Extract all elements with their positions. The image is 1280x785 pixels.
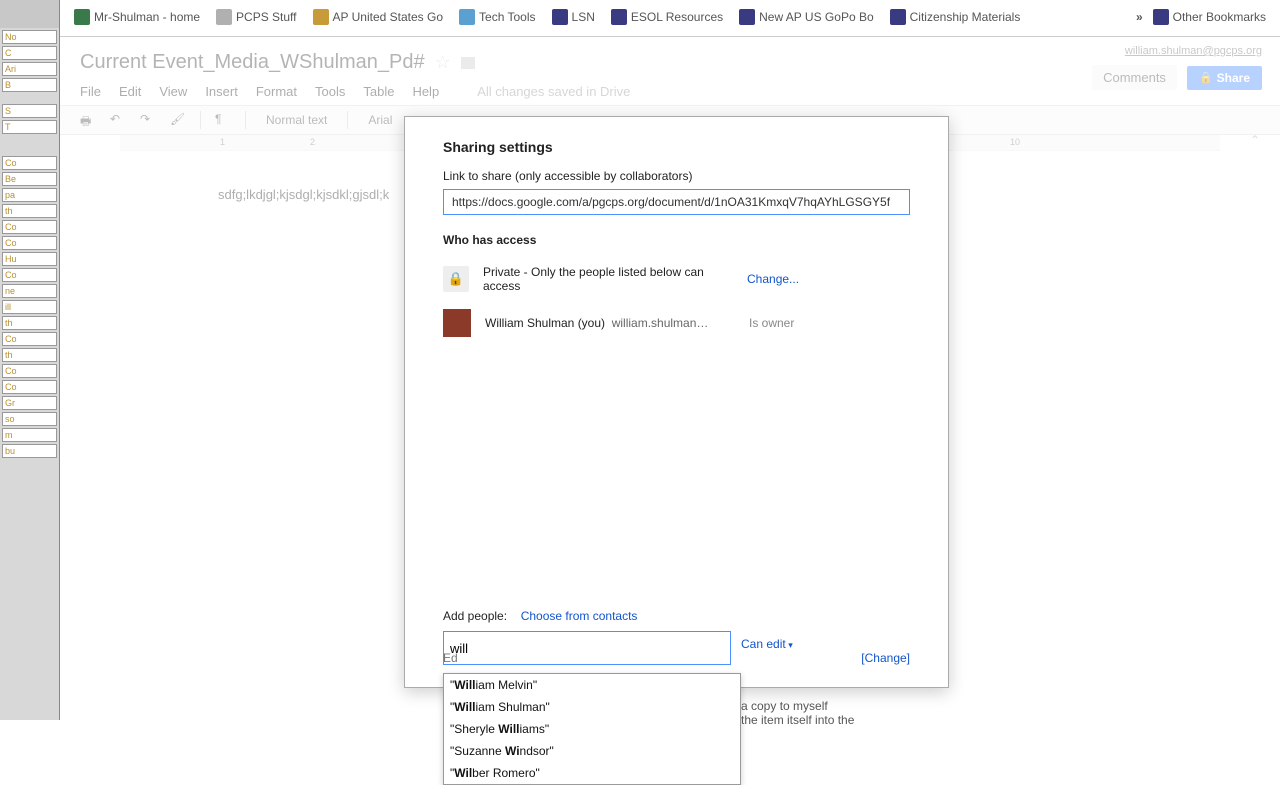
bg-box: B: [2, 78, 57, 92]
favicon-icon: [611, 9, 627, 25]
bookmark-item[interactable]: LSN: [546, 7, 601, 27]
bg-box: th: [2, 204, 57, 218]
favicon-icon: [74, 9, 90, 25]
share-dialog: Sharing settings Link to share (only acc…: [404, 116, 949, 688]
lock-icon: 🔒: [443, 266, 469, 292]
bookmark-label: AP United States Go: [333, 10, 444, 24]
favicon-icon: [890, 9, 906, 25]
suggestion-item[interactable]: "Suzanne Windsor": [444, 740, 740, 762]
bg-box: Co: [2, 220, 57, 234]
editors-label: Ed: [443, 651, 458, 665]
bg-box: bu: [2, 444, 57, 458]
bookmark-item[interactable]: AP United States Go: [307, 7, 450, 27]
bg-box: Co: [2, 268, 57, 282]
access-owner-row: William Shulman (you) william.shulman… I…: [443, 301, 910, 345]
bookmark-label: New AP US GoPo Bo: [759, 10, 874, 24]
bg-box: ne: [2, 284, 57, 298]
bookmark-label: Tech Tools: [479, 10, 535, 24]
bg-box: Hu: [2, 252, 57, 266]
bg-box: Co: [2, 364, 57, 378]
suggestion-item[interactable]: "William Melvin": [444, 674, 740, 696]
can-edit-dropdown[interactable]: Can edit: [741, 631, 793, 651]
bg-box: so: [2, 412, 57, 426]
bg-box: Ari: [2, 62, 57, 76]
favicon-icon: [739, 9, 755, 25]
owner-role: Is owner: [749, 316, 794, 330]
notify-hint-text: a copy to myselfthe item itself into the: [741, 699, 921, 727]
folder-icon: [1153, 9, 1169, 25]
bg-box: No: [2, 30, 57, 44]
change-editor-link[interactable]: [Change]: [861, 651, 910, 665]
change-access-link[interactable]: Change...: [747, 272, 799, 286]
bookmark-item[interactable]: Citizenship Materials: [884, 7, 1027, 27]
bg-box: Co: [2, 156, 57, 170]
bg-box: th: [2, 316, 57, 330]
bg-box: Co: [2, 380, 57, 394]
bg-box: Co: [2, 236, 57, 250]
bookmark-label: PCPS Stuff: [236, 10, 296, 24]
favicon-icon: [216, 9, 232, 25]
bg-box: T: [2, 120, 57, 134]
bookmark-label: Mr-Shulman - home: [94, 10, 200, 24]
background-app-panel: No C Ari B S T Co Be pa th Co Co Hu Co n…: [0, 0, 60, 720]
suggestion-item[interactable]: "William Shulman": [444, 696, 740, 718]
bookmark-label: ESOL Resources: [631, 10, 723, 24]
access-private-row: 🔒 Private - Only the people listed below…: [443, 257, 910, 301]
link-label: Link to share (only accessible by collab…: [443, 169, 910, 183]
other-bookmarks-label: Other Bookmarks: [1173, 10, 1266, 24]
bookmark-item[interactable]: New AP US GoPo Bo: [733, 7, 880, 27]
avatar: [443, 309, 471, 337]
bg-box: ill: [2, 300, 57, 314]
suggestion-item[interactable]: "Sheryle Williams": [444, 718, 740, 740]
bg-box: Co: [2, 332, 57, 346]
bg-box: m: [2, 428, 57, 442]
choose-contacts-link[interactable]: Choose from contacts: [521, 609, 638, 623]
autocomplete-suggestions: "William Melvin" "William Shulman" "Sher…: [443, 673, 741, 785]
bg-box: S: [2, 104, 57, 118]
bookmark-label: LSN: [572, 10, 595, 24]
share-link-input[interactable]: [443, 189, 910, 215]
bookmark-label: Citizenship Materials: [910, 10, 1021, 24]
favicon-icon: [313, 9, 329, 25]
private-text: Private - Only the people listed below c…: [483, 265, 733, 293]
suggestion-item[interactable]: "Wilber Romero": [444, 762, 740, 784]
dialog-title: Sharing settings: [443, 139, 910, 155]
bg-box: C: [2, 46, 57, 60]
bookmark-bar: Mr-Shulman - home PCPS Stuff AP United Sta…: [60, 6, 1280, 28]
bookmark-overflow-icon[interactable]: »: [1136, 10, 1143, 24]
favicon-icon: [552, 9, 568, 25]
bookmark-item[interactable]: PCPS Stuff: [210, 7, 302, 27]
owner-name: William Shulman (you): [485, 316, 605, 330]
favicon-icon: [459, 9, 475, 25]
bg-box: Be: [2, 172, 57, 186]
other-bookmarks[interactable]: Other Bookmarks: [1147, 7, 1272, 27]
add-people-label: Add people:: [443, 609, 507, 623]
owner-email: william.shulman…: [612, 316, 709, 330]
who-has-access-label: Who has access: [443, 233, 910, 247]
bg-box: Gr: [2, 396, 57, 410]
bookmark-item[interactable]: Tech Tools: [453, 7, 541, 27]
bg-box: th: [2, 348, 57, 362]
bookmark-item[interactable]: Mr-Shulman - home: [68, 7, 206, 27]
bookmark-item[interactable]: ESOL Resources: [605, 7, 729, 27]
bg-box: pa: [2, 188, 57, 202]
